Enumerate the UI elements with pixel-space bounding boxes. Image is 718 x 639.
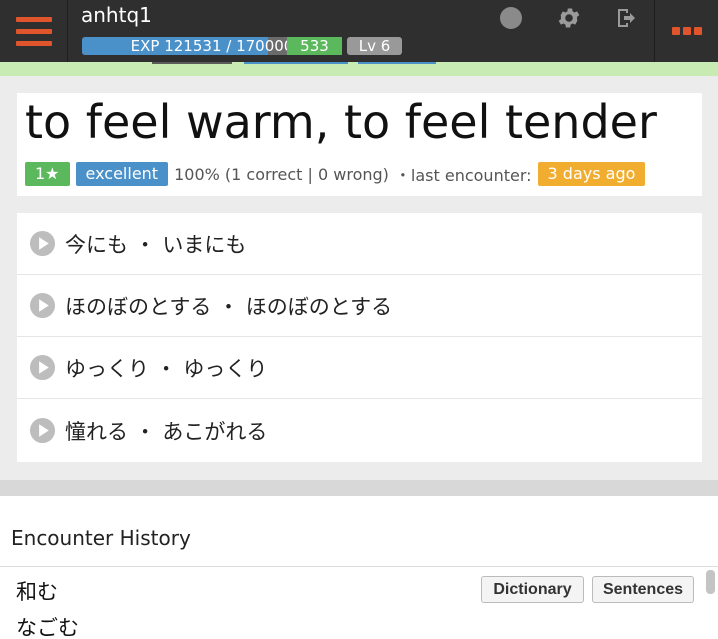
logout-icon[interactable]	[614, 6, 640, 30]
section-divider	[0, 480, 718, 496]
level-badge: Lv 6	[347, 37, 402, 55]
hamburger-menu-icon[interactable]	[0, 0, 68, 62]
list-item[interactable]: ほのぼのとする ・ ほのぼのとする	[17, 275, 702, 337]
tab-indicator	[358, 62, 436, 64]
related-word-list: 今にも ・ いまにも ほのぼのとする ・ ほのぼのとする ゆっくり ・ ゆっくり…	[17, 213, 702, 462]
play-audio-icon[interactable]	[29, 230, 56, 257]
accuracy-text: 100% (1 correct | 0 wrong)	[174, 164, 389, 184]
dictionary-button[interactable]: Dictionary	[481, 576, 584, 603]
play-audio-icon[interactable]	[29, 292, 56, 319]
play-audio-icon[interactable]	[29, 417, 56, 444]
history-kana: なごむ	[16, 616, 79, 639]
star-rating-badge: 1★	[25, 162, 70, 186]
word-text: 憧れる ・ あこがれる	[65, 419, 268, 444]
list-item[interactable]: 憧れる ・ あこがれる	[17, 399, 702, 462]
tab-indicator	[152, 62, 232, 64]
progress-strip	[0, 62, 718, 76]
more-dots-icon[interactable]	[654, 0, 718, 62]
points-badge: 533	[287, 37, 342, 55]
definition-text: to feel warm, to feel tender	[25, 95, 657, 149]
encounter-history-section: Encounter History 和む なごむ Dictionary Sent…	[0, 496, 718, 639]
definition-card: to feel warm, to feel tender 1★ excellen…	[17, 93, 702, 196]
grade-badge: excellent	[75, 162, 169, 186]
play-audio-icon[interactable]	[29, 354, 56, 381]
sentences-button[interactable]: Sentences	[592, 576, 694, 603]
divider	[0, 566, 718, 567]
username: anhtq1	[81, 3, 152, 27]
word-text: ゆっくり ・ ゆっくり	[65, 356, 268, 381]
section-title: Encounter History	[11, 526, 191, 550]
gear-icon[interactable]	[556, 5, 582, 31]
list-item[interactable]: 今にも ・ いまにも	[17, 213, 702, 275]
word-text: 今にも ・ いまにも	[65, 232, 247, 257]
last-encounter-badge: 3 days ago	[537, 162, 646, 186]
history-kanji: 和む	[16, 580, 58, 604]
scrollbar-thumb[interactable]	[706, 570, 715, 594]
top-bar: anhtq1 EXP 121531 / 170000 533 Lv 6	[0, 0, 718, 62]
stats-row: 1★ excellent 100% (1 correct | 0 wrong) …	[25, 162, 646, 186]
tab-indicator	[244, 62, 348, 64]
last-encounter-label: ・last encounter:	[394, 166, 532, 185]
word-text: ほのぼのとする ・ ほのぼのとする	[65, 294, 393, 319]
list-item[interactable]: ゆっくり ・ ゆっくり	[17, 337, 702, 399]
status-circle-icon[interactable]	[500, 7, 522, 29]
